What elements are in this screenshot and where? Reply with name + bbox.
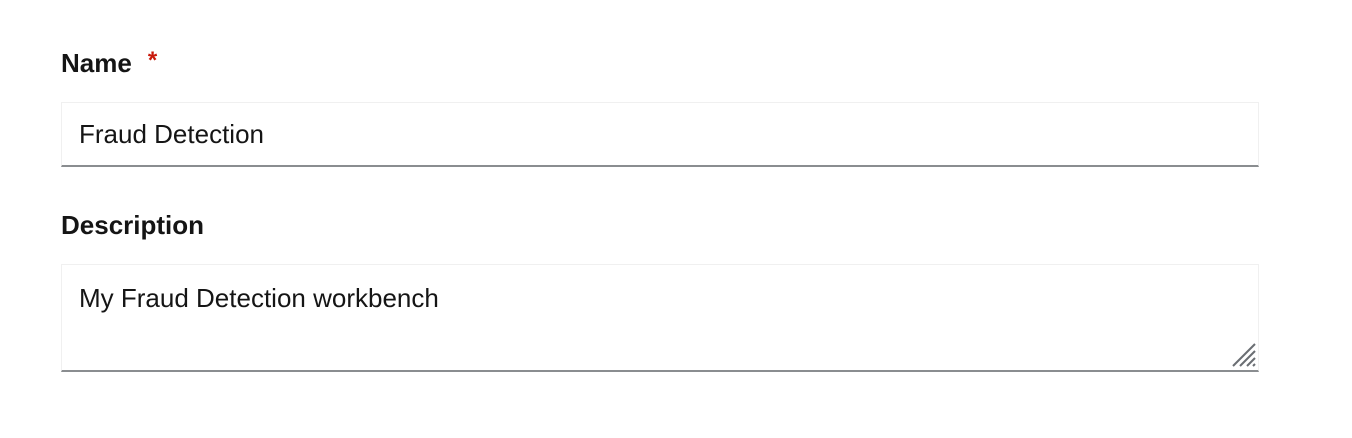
- description-field-label: Description: [61, 210, 204, 240]
- resize-handle-icon[interactable]: [1231, 342, 1257, 368]
- name-label-text: Name: [61, 47, 132, 78]
- description-textarea[interactable]: My Fraud Detection workbench: [61, 264, 1259, 372]
- name-field-label: Name *: [61, 47, 158, 78]
- description-label-text: Description: [61, 209, 205, 240]
- name-input[interactable]: [61, 102, 1259, 167]
- required-indicator: *: [147, 47, 158, 74]
